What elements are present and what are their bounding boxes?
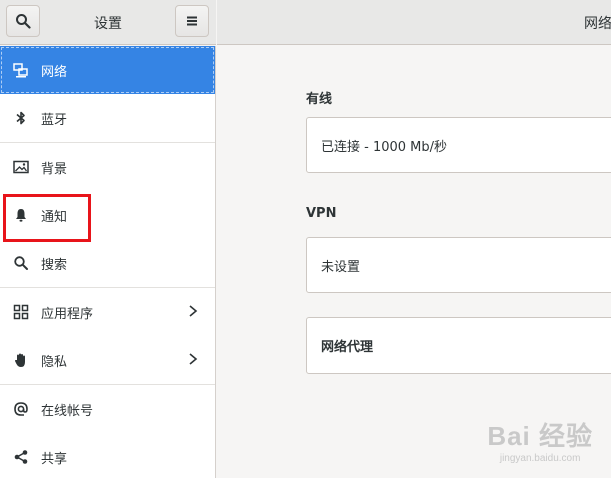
search-icon (12, 254, 30, 272)
menu-button[interactable] (175, 5, 209, 37)
sidebar-item-online-accounts[interactable]: 在线帐号 (0, 385, 215, 433)
watermark-url: jingyan.baidu.com (499, 453, 581, 464)
sidebar-item-label: 应用程序 (41, 306, 94, 322)
sidebar-item-applications[interactable]: 应用程序 (0, 288, 215, 336)
sidebar-item-label: 背景 (41, 161, 68, 177)
network-proxy-row[interactable]: 网络代理 (306, 317, 611, 374)
vpn-status: 未设置 (321, 259, 361, 275)
wired-connection-row[interactable]: 已连接 - 1000 Mb/秒 (306, 117, 611, 173)
wired-section-title: 有线 (306, 92, 333, 107)
sidebar-item-label: 搜索 (41, 257, 68, 273)
network-proxy-label: 网络代理 (321, 340, 374, 355)
settings-window: 设置 网络 网络 蓝牙 背景 通知 搜索 应用程序 隐私 在线帐号 共享 有线 … (0, 0, 611, 478)
sidebar-item-background[interactable]: 背景 (0, 143, 215, 191)
sidebar-item-notifications[interactable]: 通知 (0, 191, 215, 239)
bluetooth-icon (12, 109, 30, 127)
share-icon (12, 448, 30, 466)
sidebar-item-label: 共享 (41, 451, 68, 467)
sidebar-item-label: 在线帐号 (41, 403, 94, 419)
sidebar-item-label: 网络 (41, 64, 68, 80)
hamburger-menu-icon (187, 16, 197, 26)
sidebar-item-label: 蓝牙 (41, 112, 68, 128)
vpn-row[interactable]: 未设置 (306, 237, 611, 293)
bell-icon (12, 206, 30, 224)
search-icon (16, 14, 31, 29)
baidu-watermark: Bai 经验 jingyan.baidu.com (487, 416, 593, 464)
hand-icon (12, 351, 30, 369)
sidebar-header: 设置 (0, 0, 216, 45)
sidebar-item-bluetooth[interactable]: 蓝牙 (0, 94, 215, 142)
search-button[interactable] (6, 5, 40, 37)
apps-grid-icon (12, 303, 30, 321)
sidebar-title: 设置 (94, 16, 122, 32)
network-icon (12, 61, 30, 79)
sidebar-item-search[interactable]: 搜索 (0, 239, 215, 287)
main-header: 网络 (217, 0, 611, 45)
sidebar-item-privacy[interactable]: 隐私 (0, 336, 215, 384)
sidebar-item-sharing[interactable]: 共享 (0, 433, 215, 478)
sidebar-item-label: 隐私 (41, 354, 68, 370)
network-panel: 有线 已连接 - 1000 Mb/秒 VPN 未设置 网络代理 (217, 46, 611, 478)
image-icon (12, 158, 30, 176)
sidebar-item-label: 通知 (41, 209, 68, 225)
page-title: 网络 (584, 16, 611, 32)
at-icon (12, 400, 30, 418)
sidebar: 网络 蓝牙 背景 通知 搜索 应用程序 隐私 在线帐号 共享 (0, 46, 216, 478)
watermark-brand: Bai 经验 (487, 421, 593, 451)
chevron-right-icon (189, 353, 198, 365)
wired-status: 已连接 - 1000 Mb/秒 (321, 139, 448, 155)
sidebar-item-network[interactable]: 网络 (0, 46, 215, 94)
vpn-section-title: VPN (306, 206, 337, 221)
chevron-right-icon (189, 305, 198, 317)
